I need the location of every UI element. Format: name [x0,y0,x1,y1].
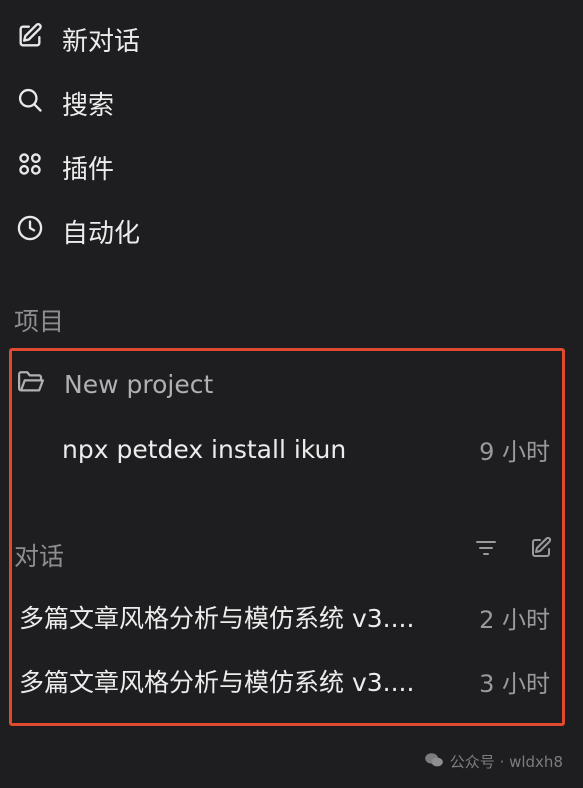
conversation-time: 2 小时 [479,605,550,634]
edit-icon [16,22,44,57]
new-chat-item[interactable]: 新对话 [16,17,140,61]
conversation-item[interactable]: 多篇文章风格分析与模仿系统 v3.... 3 小时 [19,661,550,701]
conversation-title: 多篇文章风格分析与模仿系统 v3.... [19,604,415,633]
watermark: 公众号 · wldxh8 [424,751,563,772]
search-label: 搜索 [62,90,115,121]
thread-time: 9 小时 [479,437,550,466]
automation-label: 自动化 [62,218,141,249]
conversation-title: 多篇文章风格分析与模仿系统 v3.... [19,668,415,697]
plugins-icon [16,150,44,185]
conversation-actions [473,536,553,560]
folder-icon [16,366,46,402]
project-name: New project [64,369,214,399]
search-item[interactable]: 搜索 [16,81,114,125]
project-thread-row[interactable]: npx petdex install ikun 9 小时 [62,429,550,469]
new-chat-icon[interactable] [529,536,553,560]
clock-icon [16,214,44,249]
watermark-text: 公众号 · wldxh8 [449,753,563,771]
plugins-label: 插件 [62,154,115,185]
project-new-project[interactable]: New project [16,362,213,406]
conversations-section-label: 对话 [14,542,65,571]
plugins-item[interactable]: 插件 [16,145,114,189]
wechat-icon [424,752,444,772]
conversation-item[interactable]: 多篇文章风格分析与模仿系统 v3.... 2 小时 [19,597,550,637]
filter-icon[interactable] [473,536,499,560]
projects-section-label: 项目 [14,307,65,336]
automation-item[interactable]: 自动化 [16,209,140,253]
search-icon [16,86,44,121]
new-chat-label: 新对话 [62,26,141,57]
thread-title: npx petdex install ikun [62,434,347,464]
conversation-time: 3 小时 [479,669,550,698]
